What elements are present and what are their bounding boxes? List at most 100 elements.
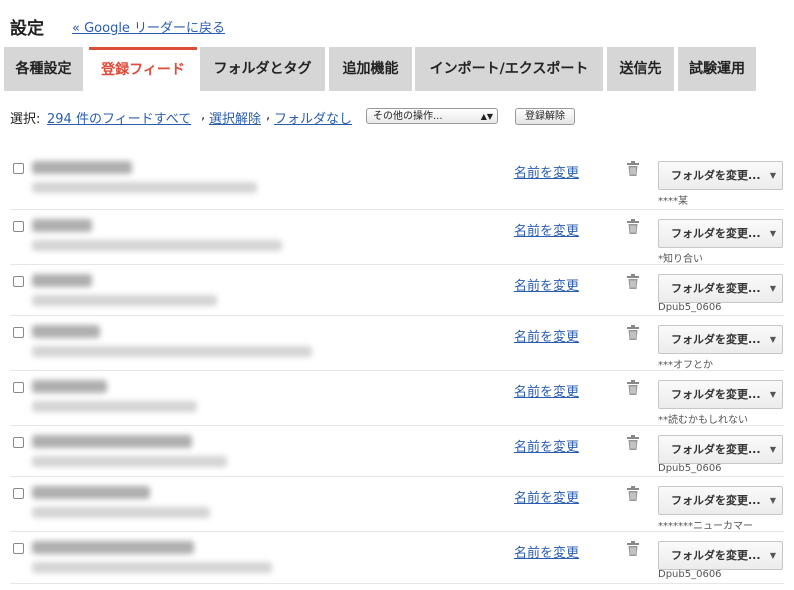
feed-row: 名前を変更 フォルダを変更... ▼ ****某: [0, 152, 794, 210]
tab-subscriptions[interactable]: 登録フィード: [89, 47, 197, 91]
tab-goodies[interactable]: 追加機能: [329, 47, 412, 91]
change-folder-button[interactable]: フォルダを変更... ▼: [658, 325, 783, 354]
feed-checkbox[interactable]: [13, 437, 24, 448]
feed-url-blurred: [32, 401, 197, 412]
chevron-down-icon: ▼: [769, 171, 776, 180]
more-actions-select[interactable]: その他の操作... ▲▼: [366, 108, 498, 124]
feed-checkbox[interactable]: [13, 327, 24, 338]
rename-link[interactable]: 名前を変更: [514, 436, 579, 455]
change-folder-button[interactable]: フォルダを変更... ▼: [658, 486, 783, 515]
chevron-down-icon: ▼: [769, 445, 776, 454]
change-folder-label: フォルダを変更...: [671, 169, 761, 182]
tab-labs[interactable]: 試験運用: [678, 47, 756, 91]
change-folder-button[interactable]: フォルダを変更... ▼: [658, 435, 783, 464]
back-to-reader-link[interactable]: « Google リーダーに戻る: [72, 17, 225, 36]
rename-link[interactable]: 名前を変更: [514, 542, 579, 561]
change-folder-label: フォルダを変更...: [671, 443, 761, 456]
feed-row: 名前を変更 フォルダを変更... ▼ **読むかもしれない: [0, 371, 794, 426]
change-folder-button[interactable]: フォルダを変更... ▼: [658, 274, 783, 303]
feed-list: 名前を変更 フォルダを変更... ▼ ****某 名前を変更 フォルダを変更...…: [0, 152, 794, 590]
feed-title-blurred: [32, 161, 132, 174]
page-title: 設定: [10, 19, 44, 39]
feed-title-blurred: [32, 541, 194, 554]
change-folder-label: フォルダを変更...: [671, 388, 761, 401]
tab-send-to[interactable]: 送信先: [607, 47, 674, 91]
feed-checkbox[interactable]: [13, 221, 24, 232]
feed-checkbox[interactable]: [13, 276, 24, 287]
feed-checkbox[interactable]: [13, 382, 24, 393]
feed-title-blurred: [32, 435, 192, 448]
feed-title-blurred: [32, 325, 100, 338]
unsubscribe-button[interactable]: 登録解除: [515, 108, 575, 125]
select-prefix-label: 選択:: [10, 112, 41, 127]
settings-tabs: 各種設定 登録フィード フォルダとタグ 追加機能 インポート/エクスポート 送信…: [4, 47, 794, 91]
feed-url-blurred: [32, 240, 282, 251]
rename-link[interactable]: 名前を変更: [514, 487, 579, 506]
trash-icon[interactable]: [626, 541, 640, 557]
row-divider: [10, 583, 784, 584]
chevron-down-icon: ▼: [769, 284, 776, 293]
selection-toolbar: 選択: 294 件のフィードすべて, 選択解除, フォルダなし その他の操作..…: [10, 106, 790, 128]
more-actions-label: その他の操作...: [373, 111, 443, 122]
change-folder-button[interactable]: フォルダを変更... ▼: [658, 161, 783, 190]
folder-name: *******ニューカマー: [658, 521, 753, 532]
tab-general[interactable]: 各種設定: [4, 47, 83, 91]
change-folder-label: フォルダを変更...: [671, 494, 761, 507]
folder-name: Dpub5_0606: [658, 302, 722, 313]
change-folder-button[interactable]: フォルダを変更... ▼: [658, 219, 783, 248]
feed-title-blurred: [32, 219, 92, 232]
folder-name: ***オフとか: [658, 360, 713, 371]
feed-url-blurred: [32, 182, 257, 193]
folder-name: ****某: [658, 196, 688, 207]
feed-row: 名前を変更 フォルダを変更... ▼ ***オフとか: [0, 316, 794, 371]
feed-title-blurred: [32, 274, 92, 287]
select-all-link[interactable]: 294 件のフィードすべて: [47, 108, 191, 127]
trash-icon[interactable]: [626, 219, 640, 235]
feed-url-blurred: [32, 456, 227, 467]
chevron-down-icon: ▼: [769, 335, 776, 344]
page-header: 設定 « Google リーダーに戻る: [0, 0, 794, 46]
folder-name: Dpub5_0606: [658, 463, 722, 474]
trash-icon[interactable]: [626, 161, 640, 177]
rename-link[interactable]: 名前を変更: [514, 162, 579, 181]
deselect-link[interactable]: 選択解除: [209, 108, 261, 127]
select-arrows-icon: ▲▼: [480, 112, 493, 121]
rename-link[interactable]: 名前を変更: [514, 275, 579, 294]
feed-row: 名前を変更 フォルダを変更... ▼ Dpub5_0606: [0, 265, 794, 316]
change-folder-button[interactable]: フォルダを変更... ▼: [658, 541, 783, 570]
feed-url-blurred: [32, 295, 217, 306]
feed-title-blurred: [32, 380, 107, 393]
tab-folders-tags[interactable]: フォルダとタグ: [200, 47, 325, 91]
trash-icon[interactable]: [626, 325, 640, 341]
no-folder-link[interactable]: フォルダなし: [274, 108, 352, 127]
rename-link[interactable]: 名前を変更: [514, 381, 579, 400]
folder-name: Dpub5_0606: [658, 569, 722, 580]
folder-name: *知り合い: [658, 254, 703, 265]
change-folder-label: フォルダを変更...: [671, 549, 761, 562]
chevron-down-icon: ▼: [769, 390, 776, 399]
chevron-down-icon: ▼: [769, 551, 776, 560]
feed-title-blurred: [32, 486, 150, 499]
chevron-down-icon: ▼: [769, 496, 776, 505]
feed-url-blurred: [32, 562, 272, 573]
feed-checkbox[interactable]: [13, 163, 24, 174]
change-folder-label: フォルダを変更...: [671, 227, 761, 240]
feed-row: 名前を変更 フォルダを変更... ▼ Dpub5_0606: [0, 426, 794, 477]
chevron-down-icon: ▼: [769, 229, 776, 238]
feed-url-blurred: [32, 346, 312, 357]
folder-name: **読むかもしれない: [658, 415, 748, 426]
feed-checkbox[interactable]: [13, 488, 24, 499]
rename-link[interactable]: 名前を変更: [514, 220, 579, 239]
feed-checkbox[interactable]: [13, 543, 24, 554]
change-folder-label: フォルダを変更...: [671, 333, 761, 346]
trash-icon[interactable]: [626, 486, 640, 502]
rename-link[interactable]: 名前を変更: [514, 326, 579, 345]
change-folder-label: フォルダを変更...: [671, 282, 761, 295]
tab-import-export[interactable]: インポート/エクスポート: [415, 47, 603, 91]
trash-icon[interactable]: [626, 435, 640, 451]
feed-url-blurred: [32, 507, 210, 518]
trash-icon[interactable]: [626, 274, 640, 290]
trash-icon[interactable]: [626, 380, 640, 396]
feed-row: 名前を変更 フォルダを変更... ▼ *******ニューカマー: [0, 477, 794, 532]
change-folder-button[interactable]: フォルダを変更... ▼: [658, 380, 783, 409]
